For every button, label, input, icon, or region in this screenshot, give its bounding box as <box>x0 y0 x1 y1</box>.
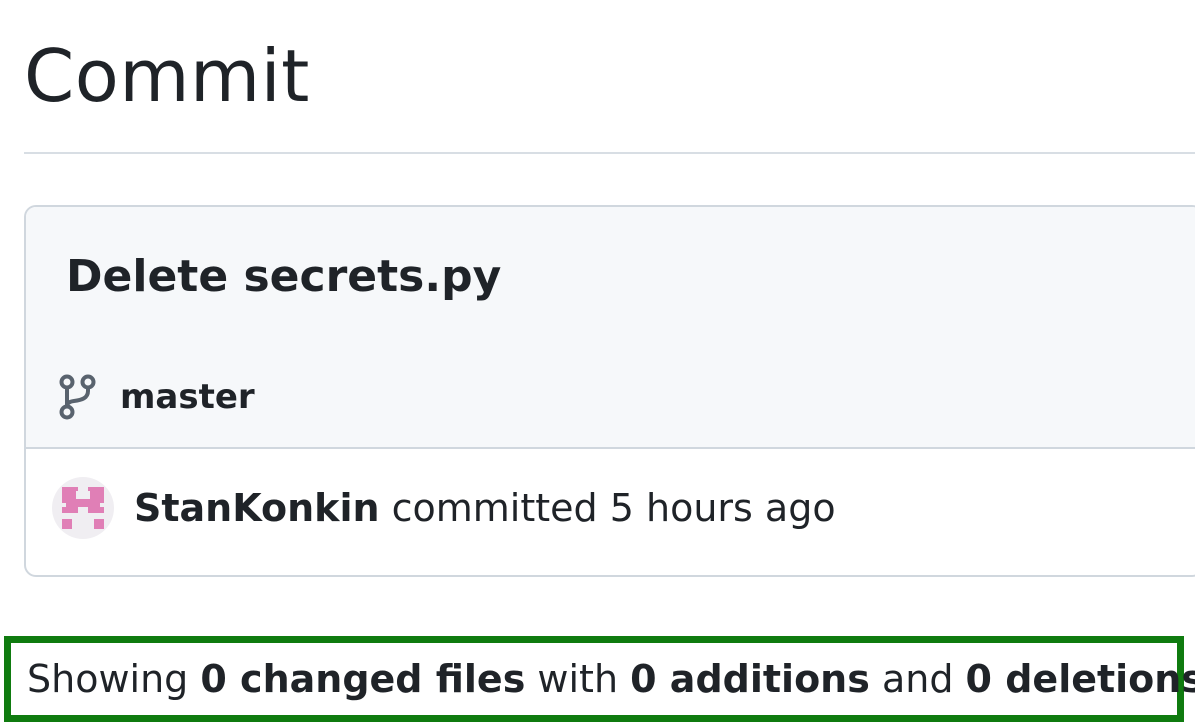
commit-action: committed <box>391 486 598 530</box>
git-branch-icon <box>58 374 98 420</box>
commit-time[interactable]: 5 hours ago <box>610 486 836 530</box>
commit-message: Delete secrets.py <box>66 251 502 302</box>
deletions-count: 0 deletions <box>965 657 1195 701</box>
commit-page: Commit Delete secrets.py master StanKonk… <box>0 0 1195 728</box>
title-divider <box>24 152 1195 154</box>
commit-header: Delete secrets.py master <box>26 207 1195 449</box>
summary-and: and <box>881 657 954 701</box>
diff-summary: Showing 0 changed files with 0 additions… <box>4 636 1195 722</box>
branch-row[interactable]: master <box>58 373 255 421</box>
summary-with: with <box>537 657 619 701</box>
commit-box: Delete secrets.py master StanKonkin comm… <box>24 205 1195 577</box>
changed-files-count: 0 changed files <box>200 657 526 701</box>
page-title: Commit <box>24 34 310 118</box>
author-link[interactable]: StanKonkin <box>134 486 380 530</box>
summary-prefix: Showing <box>27 657 189 701</box>
author-row: StanKonkin committed 5 hours ago <box>52 477 836 539</box>
branch-name: master <box>120 377 255 417</box>
avatar[interactable] <box>52 477 114 539</box>
additions-count: 0 additions <box>630 657 870 701</box>
commit-author-line: StanKonkin committed 5 hours ago <box>134 486 836 530</box>
